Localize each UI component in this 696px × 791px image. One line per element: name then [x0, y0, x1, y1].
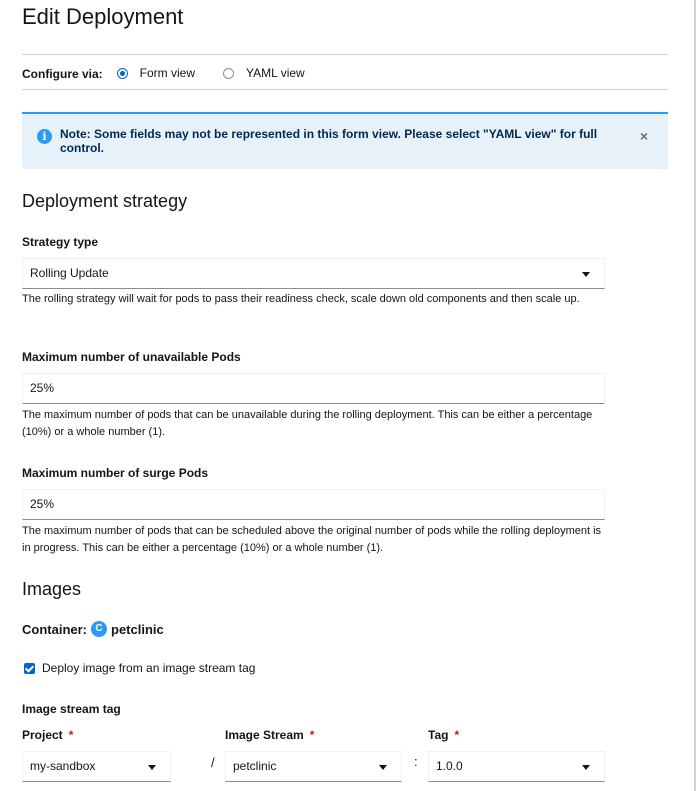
required-mark: * [454, 728, 460, 742]
image-stream-label: Image Stream * [225, 728, 315, 742]
container-row: Container: C petclinic [22, 621, 164, 637]
deploy-image-row[interactable]: Deploy image from an image stream tag [22, 661, 255, 675]
divider [22, 89, 668, 90]
info-icon: i [37, 129, 52, 144]
project-select[interactable]: my-sandbox [22, 751, 171, 782]
max-unavailable-label: Maximum number of unavailable Pods [22, 350, 241, 364]
project-label: Project * [22, 728, 74, 742]
max-unavailable-helper: The maximum number of pods that can be u… [22, 409, 593, 438]
form-view-radio[interactable] [116, 67, 128, 79]
info-alert: i Note: Some fields may not be represent… [22, 112, 668, 169]
tag-label: Tag * [428, 728, 460, 742]
strategy-type-helper: The rolling strategy will wait for pods … [22, 293, 580, 305]
max-surge-helper: The maximum number of pods that can be s… [22, 525, 602, 554]
image-stream-value: petclinic [233, 759, 277, 773]
deployment-strategy-heading: Deployment strategy [22, 191, 188, 211]
form-view-label[interactable]: Form view [140, 66, 195, 80]
caret-down-icon [582, 765, 590, 770]
caret-down-icon [582, 272, 590, 277]
strategy-type-select[interactable]: Rolling Update [22, 258, 605, 289]
required-mark: * [68, 728, 74, 742]
configure-via-label: Configure via: [22, 67, 103, 81]
configure-via-row: Configure via: Form view YAML view [22, 60, 668, 86]
max-unavailable-input[interactable]: 25% [22, 373, 605, 404]
container-badge: C [91, 621, 107, 637]
yaml-view-label[interactable]: YAML view [246, 66, 305, 80]
caret-down-icon [148, 765, 156, 770]
strategy-type-label: Strategy type [22, 235, 99, 249]
max-surge-label: Maximum number of surge Pods [22, 466, 209, 480]
tag-select[interactable]: 1.0.0 [428, 751, 605, 782]
image-stream-tag-label: Image stream tag [22, 702, 121, 716]
strategy-type-value: Rolling Update [30, 266, 109, 280]
caret-down-icon [379, 765, 387, 770]
deploy-image-label[interactable]: Deploy image from an image stream tag [42, 661, 255, 675]
images-heading: Images [22, 579, 82, 599]
close-icon[interactable]: × [640, 128, 648, 144]
colon-separator: : [414, 754, 418, 769]
deploy-image-checkbox[interactable] [24, 662, 35, 674]
slash-separator: / [211, 755, 215, 770]
image-stream-select[interactable]: petclinic [225, 751, 402, 782]
max-unavailable-value: 25% [30, 381, 55, 395]
tag-value: 1.0.0 [436, 759, 463, 773]
project-value: my-sandbox [30, 759, 96, 773]
container-name: petclinic [111, 621, 164, 637]
yaml-view-radio[interactable] [223, 67, 235, 79]
page-title: Edit Deployment [22, 4, 184, 29]
max-surge-input[interactable]: 25% [22, 489, 605, 520]
container-label: Container: [22, 621, 87, 637]
max-surge-value: 25% [30, 497, 55, 511]
divider [22, 54, 668, 55]
alert-message: Note: Some fields may not be represented… [60, 127, 598, 155]
required-mark: * [309, 728, 315, 742]
